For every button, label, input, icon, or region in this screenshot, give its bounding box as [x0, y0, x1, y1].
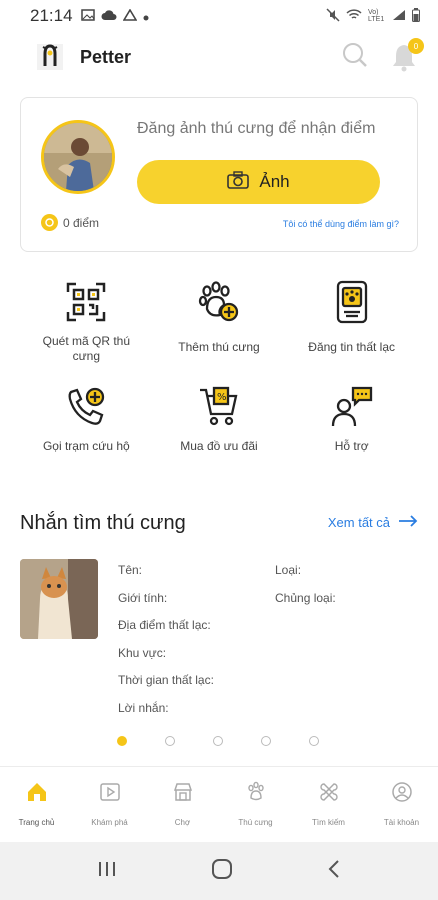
user-icon	[391, 781, 413, 808]
dot-icon	[143, 6, 149, 26]
support-chat-icon	[328, 383, 376, 431]
svg-text:%: %	[217, 392, 227, 403]
action-label: Thêm thú cưng	[178, 340, 260, 354]
points-display: 0 điểm	[41, 214, 99, 231]
battery-icon	[412, 7, 420, 25]
section-title: Nhắn tìm thú cưng	[20, 512, 186, 534]
status-time: 21:14	[30, 6, 73, 25]
nav-label: Tìm kiếm	[312, 818, 345, 827]
nav-market[interactable]: Chợ	[146, 767, 219, 842]
nav-home[interactable]: Trang chủ	[0, 767, 73, 842]
mute-icon	[326, 7, 340, 25]
drive-icon	[122, 6, 137, 26]
points-card: Đăng ảnh thú cưng để nhận điểm Ảnh 0 điể…	[20, 97, 418, 252]
upload-photo-button[interactable]: Ảnh	[137, 160, 380, 204]
home-button-icon[interactable]	[211, 858, 233, 885]
action-add-pet[interactable]: Thêm thú cưng	[153, 278, 286, 373]
field-lost-place: Địa điểm thất lạc:	[118, 618, 211, 632]
field-area: Khu vực:	[118, 646, 167, 660]
field-lost-time: Thời gian thất lạc:	[118, 673, 214, 687]
action-post-lost[interactable]: Đăng tin thất lạc	[285, 278, 418, 373]
play-icon	[99, 781, 121, 808]
action-label: Hỗ trợ	[334, 439, 369, 453]
nav-pets[interactable]: Thú cưng	[219, 767, 292, 842]
field-type: Loại:	[275, 563, 302, 577]
cart-discount-icon: %	[195, 383, 243, 431]
notification-badge: 0	[408, 38, 424, 54]
app-header: Petter 0	[0, 32, 438, 82]
action-call-rescue[interactable]: Gọi trạm cứu hộ	[20, 383, 153, 478]
pagination-dot-3[interactable]	[213, 736, 223, 746]
points-prompt: Đăng ảnh thú cưng để nhận điểm	[137, 120, 376, 137]
store-icon	[172, 781, 194, 808]
pet-photo	[20, 559, 98, 639]
field-breed: Chủng loại:	[275, 591, 336, 605]
app-title: Petter	[80, 46, 132, 67]
signal-text: Vo) LTE1	[368, 9, 385, 23]
pagination-dot-4[interactable]	[261, 736, 271, 746]
cloud-icon	[101, 6, 117, 26]
recent-apps-icon[interactable]	[97, 860, 117, 883]
pagination-dot-2[interactable]	[165, 736, 175, 746]
see-all-label: Xem tất cả	[327, 515, 390, 530]
signal-icon	[392, 9, 406, 24]
action-label: Mua đồ ưu đãi	[180, 439, 258, 453]
coin-icon	[41, 214, 58, 231]
avatar[interactable]	[41, 120, 115, 194]
nav-account[interactable]: Tài khoản	[365, 767, 438, 842]
bone-icon	[318, 781, 340, 808]
see-all-link[interactable]: Xem tất cả	[328, 515, 418, 530]
nav-search[interactable]: Tìm kiếm	[292, 767, 365, 842]
nav-label: Khám phá	[91, 818, 128, 827]
wifi-icon	[346, 8, 362, 24]
points-info-link[interactable]: Tôi có thể dùng điểm làm gì?	[283, 219, 399, 229]
upload-photo-label: Ảnh	[259, 172, 290, 191]
qr-code-icon	[62, 278, 110, 326]
nav-label: Trang chủ	[18, 818, 55, 827]
nav-label: Thú cưng	[238, 818, 273, 827]
paw-icon	[245, 781, 267, 808]
status-bar: 21:14 Vo) LTE1	[0, 0, 438, 32]
bottom-navigation: Trang chủ Khám phá Chợ Thú cưng Tìm kiếm…	[0, 766, 438, 842]
field-message: Lời nhắn:	[118, 701, 169, 715]
phone-plus-icon	[62, 383, 110, 431]
paw-plus-icon	[195, 278, 243, 326]
action-label: Đăng tin thất lạc	[308, 340, 396, 354]
nav-label: Chợ	[174, 818, 191, 827]
action-support[interactable]: Hỗ trợ	[285, 383, 418, 478]
quick-actions-grid: Quét mã QR thú cưng Thêm thú cưng Đăng t…	[20, 278, 418, 478]
field-gender: Giới tính:	[118, 591, 168, 605]
home-icon	[26, 781, 48, 808]
nav-explore[interactable]: Khám phá	[73, 767, 146, 842]
lost-pet-card[interactable]: Tên: Loại: Giới tính: Chủng loại: Địa đi…	[20, 559, 418, 719]
search-icon[interactable]	[342, 42, 368, 73]
pagination-dot-1[interactable]	[117, 736, 127, 746]
arrow-right-icon	[398, 515, 418, 530]
lost-tag-icon	[328, 278, 376, 326]
notification-button[interactable]: 0	[390, 38, 424, 72]
field-name: Tên:	[118, 563, 143, 577]
nav-label: Tài khoản	[383, 818, 420, 827]
pagination-dot-5[interactable]	[309, 736, 319, 746]
action-scan-qr[interactable]: Quét mã QR thú cưng	[20, 278, 153, 373]
back-icon[interactable]	[327, 859, 341, 884]
points-value: 0 điểm	[63, 215, 100, 230]
action-label: Quét mã QR thú cưng	[42, 334, 131, 363]
carousel-pagination	[117, 736, 319, 746]
gallery-icon	[80, 6, 95, 26]
camera-icon	[227, 170, 250, 194]
app-logo-icon	[30, 37, 70, 77]
action-label: Gọi trạm cứu hộ	[42, 439, 130, 453]
action-buy-deals[interactable]: % Mua đồ ưu đãi	[153, 383, 286, 478]
system-navigation-bar	[0, 842, 438, 900]
